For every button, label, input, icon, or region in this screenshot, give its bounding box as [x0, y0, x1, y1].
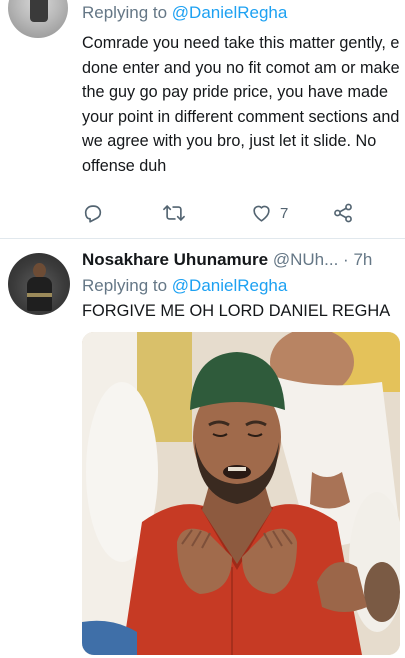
tweet-2[interactable]: Nosakhare Uhunamure @NUh... · 7h Replyin… — [0, 239, 405, 658]
dot-separator: · — [343, 250, 349, 269]
tweet-text: Comrade you need take this matter gently… — [82, 34, 400, 175]
replying-prefix: Replying to — [82, 3, 172, 22]
heart-icon — [250, 202, 273, 224]
replying-handle-link[interactable]: @DanielRegha — [172, 276, 288, 295]
avatar-belt — [27, 293, 52, 297]
like-count: 7 — [280, 204, 289, 222]
reply-icon — [82, 202, 104, 224]
share-icon — [332, 202, 354, 224]
replying-to: Replying to @DanielRegha — [82, 3, 287, 23]
replying-handle-link[interactable]: @DanielRegha — [172, 3, 288, 22]
avatar[interactable] — [8, 253, 70, 315]
avatar-figure — [30, 0, 48, 22]
avatar[interactable] — [8, 0, 68, 38]
retweet-button[interactable] — [162, 202, 186, 224]
tweet-time[interactable]: 7h — [353, 250, 372, 269]
author-name[interactable]: Nosakhare Uhunamure — [82, 250, 268, 269]
tweet-text: FORGIVE ME OH LORD DANIEL REGHA — [82, 302, 391, 320]
tweet-1[interactable]: Replying to @DanielRegha Comrade you nee… — [0, 0, 405, 238]
tweet-actions: 7 — [0, 202, 405, 228]
avatar-head — [33, 263, 46, 278]
replying-to: Replying to @DanielRegha — [82, 276, 287, 296]
replying-prefix: Replying to — [82, 276, 172, 295]
like-button[interactable]: 7 — [250, 202, 288, 224]
tweet-header: Nosakhare Uhunamure @NUh... · 7h — [82, 250, 372, 270]
author-handle[interactable]: @NUh... — [273, 250, 338, 269]
share-button[interactable] — [332, 202, 354, 224]
reply-button[interactable] — [82, 202, 104, 224]
retweet-icon — [162, 202, 186, 224]
tweet-photo[interactable] — [82, 332, 400, 655]
